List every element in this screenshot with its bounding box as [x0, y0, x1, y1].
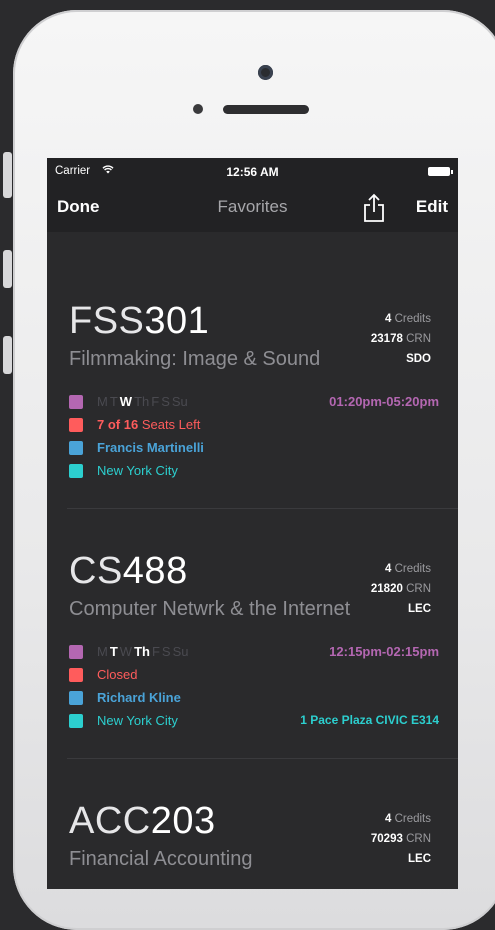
day-4: F — [151, 394, 160, 409]
seats-count: 7 of 16 — [97, 417, 139, 432]
seats-color-square — [69, 668, 83, 682]
day-2: W — [119, 644, 133, 659]
course-dept: CS — [69, 550, 123, 592]
credits-value: 4 — [384, 563, 392, 575]
course-card[interactable]: FSS301 Filmmaking: Image & Sound 4 Credi… — [47, 300, 458, 510]
day-5: S — [161, 394, 170, 409]
campus-color-square — [69, 714, 83, 728]
battery-icon — [428, 167, 453, 176]
seats-status: Closed — [97, 667, 137, 682]
crn-unit: CRN — [406, 333, 431, 345]
schedule-row: M T W Th F S Su 12:15pm-02:15pm — [69, 642, 439, 665]
meeting-time: 12:15pm-02:15pm — [329, 644, 439, 659]
credits-value: 4 — [384, 313, 392, 325]
instructor-row: Francis Martinelli — [69, 438, 439, 461]
course-divider — [67, 508, 458, 509]
course-name: Financial Accounting — [69, 848, 253, 870]
seats-status: 7 of 16 Seats Left — [97, 417, 200, 432]
course-card[interactable]: CS488 Computer Netwrk & the Internet 4 C… — [47, 550, 458, 760]
page-title: Favorites — [217, 197, 288, 216]
course-dept: ACC — [69, 800, 151, 842]
course-details: M T W Th F S Su 01:20pm-05:20pm 7 of 16 Seats … — [69, 392, 439, 484]
seats-label: Seats Left — [141, 417, 201, 432]
app-screen: Carrier 12:56 AM Done Favorites Edit FSS… — [47, 158, 458, 889]
day-2: W — [119, 394, 133, 409]
course-code: ACC203 — [69, 800, 216, 843]
seats-label: Closed — [97, 667, 138, 682]
volume-up-button — [3, 250, 12, 288]
crn-value: 70293 — [370, 833, 403, 845]
credits-value: 4 — [384, 813, 392, 825]
day-4: F — [151, 644, 160, 659]
course-number: 203 — [150, 800, 216, 842]
instructor-row: Richard Kline — [69, 688, 439, 711]
course-divider — [67, 758, 458, 759]
meeting-time: 01:20pm-05:20pm — [329, 394, 439, 409]
credits-unit: Credits — [394, 563, 431, 575]
course-number: 301 — [144, 300, 210, 342]
credits-unit: Credits — [394, 813, 431, 825]
section-type: LEC — [408, 603, 431, 615]
day-5: S — [161, 644, 171, 659]
crn-unit: CRN — [406, 583, 431, 595]
earpiece-speaker — [223, 105, 309, 114]
volume-down-button — [3, 336, 12, 374]
course-meta: 4 Credits 70293 CRN LEC — [371, 809, 431, 869]
course-number: 488 — [122, 550, 188, 592]
course-code: CS488 — [69, 550, 188, 593]
instructor-color-square — [69, 691, 83, 705]
course-name: Filmmaking: Image & Sound — [69, 348, 321, 370]
day-6: Su — [171, 394, 188, 409]
schedule-row: M T W Th F S Su 01:20pm-05:20pm — [69, 392, 439, 415]
day-1: T — [109, 394, 118, 409]
day-3: Th — [134, 394, 150, 409]
campus-row: New York City — [69, 461, 439, 484]
campus-name: New York City — [97, 463, 178, 478]
front-camera — [258, 65, 273, 80]
course-name: Computer Netwrk & the Internet — [69, 598, 351, 620]
schedule-color-square — [69, 645, 83, 659]
day-3: Th — [134, 644, 150, 659]
crn-value: 23178 — [370, 333, 403, 345]
section-type: LEC — [408, 853, 431, 865]
crn-value: 21820 — [370, 583, 403, 595]
status-bar: Carrier 12:56 AM — [47, 158, 458, 184]
course-meta: 4 Credits 21820 CRN LEC — [371, 559, 431, 619]
room-location: 1 Pace Plaza CIVIC E314 — [300, 713, 439, 727]
day-0: M — [97, 394, 108, 409]
course-details: M T W Th F S Su 12:15pm-02:15pm Closed Richard… — [69, 642, 439, 734]
navigation-bar: Done Favorites Edit — [47, 184, 458, 232]
schedule-color-square — [69, 395, 83, 409]
course-meta: 4 Credits 23178 CRN SDO — [371, 309, 431, 369]
crn-unit: CRN — [406, 833, 431, 845]
course-code: FSS301 — [69, 300, 209, 343]
campus-color-square — [69, 464, 83, 478]
proximity-sensor — [193, 104, 203, 114]
campus-row: New York City 1 Pace Plaza CIVIC E314 — [69, 711, 439, 734]
edit-button[interactable]: Edit — [416, 197, 448, 217]
day-6: Su — [172, 644, 189, 659]
course-dept: FSS — [69, 300, 145, 342]
credits-unit: Credits — [394, 313, 431, 325]
share-icon[interactable] — [360, 192, 388, 224]
instructor-name[interactable]: Francis Martinelli — [97, 440, 204, 455]
seats-color-square — [69, 418, 83, 432]
campus-name: New York City — [97, 713, 178, 728]
course-card[interactable]: ACC203 Financial Accounting 4 Credits 70… — [47, 800, 458, 889]
section-type: SDO — [406, 353, 431, 365]
favorites-list: FSS301 Filmmaking: Image & Sound 4 Credi… — [47, 232, 458, 889]
instructor-name[interactable]: Richard Kline — [97, 690, 181, 705]
instructor-color-square — [69, 441, 83, 455]
day-0: M — [97, 644, 108, 659]
status-time: 12:56 AM — [226, 165, 279, 179]
seats-row: Closed — [69, 665, 439, 688]
meeting-days: M T W Th F S Su — [97, 394, 190, 409]
day-1: T — [109, 644, 118, 659]
seats-row: 7 of 16 Seats Left — [69, 415, 439, 438]
mute-switch — [3, 152, 12, 198]
meeting-days: M T W Th F S Su — [97, 644, 191, 659]
